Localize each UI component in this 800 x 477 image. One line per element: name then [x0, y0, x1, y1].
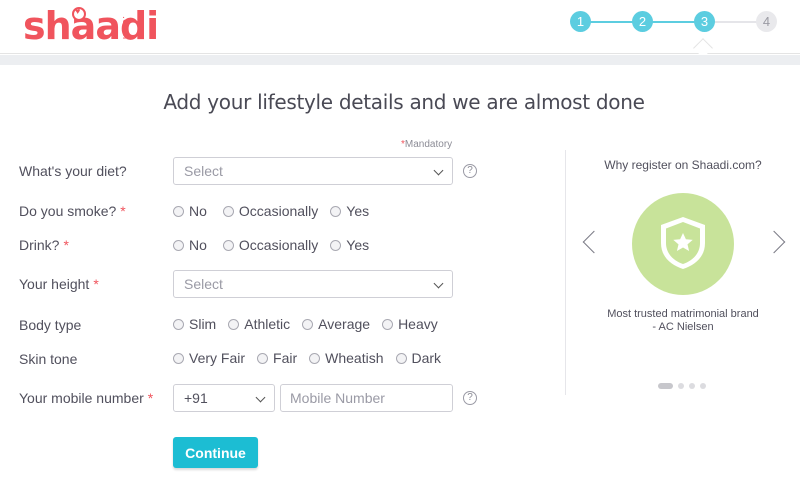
- skin-tone-option-very-fair[interactable]: Very Fair: [173, 350, 245, 366]
- radio-icon[interactable]: [382, 318, 394, 330]
- smoke-option-occasionally[interactable]: Occasionally: [222, 203, 318, 219]
- country-code-select[interactable]: +91: [173, 384, 275, 412]
- radio-icon[interactable]: [228, 318, 240, 330]
- radio-icon[interactable]: [330, 239, 342, 251]
- body-type-label: Body type: [19, 317, 82, 333]
- step-2: 2: [632, 11, 653, 32]
- page-title: Add your lifestyle details and we are al…: [163, 90, 645, 114]
- step-1: 1: [570, 11, 591, 32]
- chevron-down-icon: [433, 165, 444, 176]
- drink-option-occasionally[interactable]: Occasionally: [222, 237, 318, 253]
- country-code-value: +91: [184, 390, 208, 406]
- panel-divider: [565, 150, 566, 395]
- diet-select[interactable]: Select: [173, 157, 453, 185]
- mobile-number-input[interactable]: [280, 384, 453, 412]
- height-select[interactable]: Select: [173, 270, 453, 298]
- carousel-dots: [658, 383, 711, 389]
- why-register-title: Why register on Shaadi.com?: [604, 158, 762, 172]
- mobile-label: Your mobile number *: [19, 390, 154, 406]
- logo-text: shaadi: [23, 4, 159, 48]
- smoke-label: Do you smoke? *: [19, 203, 126, 219]
- radio-icon[interactable]: [309, 352, 321, 364]
- trusted-badge: [632, 193, 734, 295]
- radio-icon[interactable]: [173, 239, 184, 251]
- diet-help-icon[interactable]: ?: [463, 164, 477, 178]
- mandatory-label: Mandatory: [404, 139, 453, 150]
- skin-tone-radio-group: Very Fair Fair Wheatish Dark: [173, 349, 441, 367]
- body-type-option-heavy[interactable]: Heavy: [382, 316, 438, 332]
- mobile-help-icon[interactable]: ?: [463, 391, 477, 405]
- radio-icon[interactable]: [222, 239, 234, 251]
- radio-icon[interactable]: [257, 352, 269, 364]
- radio-icon[interactable]: [302, 318, 314, 330]
- skin-tone-option-dark[interactable]: Dark: [395, 350, 441, 366]
- header: shaadi .com 1 2 3 4: [0, 0, 800, 58]
- smoke-option-yes[interactable]: Yes: [330, 203, 369, 219]
- step-4: 4: [756, 11, 777, 32]
- radio-icon[interactable]: [330, 205, 342, 217]
- logo-suffix: .com: [120, 16, 131, 40]
- radio-icon[interactable]: [173, 318, 184, 330]
- body-type-option-athletic[interactable]: Athletic: [228, 316, 290, 332]
- smoke-option-no[interactable]: No: [173, 203, 207, 219]
- drink-option-yes[interactable]: Yes: [330, 237, 369, 253]
- slide-caption-line2: - AC Nielsen: [652, 321, 714, 333]
- body-type-radio-group: Slim Athletic Average Heavy: [173, 315, 438, 333]
- skin-tone-label: Skin tone: [19, 351, 78, 367]
- skin-tone-option-fair[interactable]: Fair: [257, 350, 297, 366]
- body-type-option-slim[interactable]: Slim: [173, 316, 216, 332]
- slide-caption-line1: Most trusted matrimonial brand: [607, 308, 759, 320]
- chevron-down-icon: [255, 392, 266, 403]
- header-band: [0, 55, 800, 65]
- carousel-dot-2[interactable]: [678, 383, 684, 389]
- radio-icon[interactable]: [173, 205, 184, 217]
- carousel-dot-1[interactable]: [658, 383, 673, 389]
- height-select-value: Select: [184, 276, 223, 292]
- carousel-dot-4[interactable]: [700, 383, 706, 389]
- radio-icon[interactable]: [222, 205, 234, 217]
- skin-tone-option-wheatish[interactable]: Wheatish: [309, 350, 384, 366]
- mandatory-note: *Mandatory: [401, 139, 452, 150]
- drink-radio-group: No Occasionally Yes: [173, 236, 369, 254]
- slide-caption: Most trusted matrimonial brand - AC Niel…: [566, 308, 800, 334]
- continue-button[interactable]: Continue: [173, 437, 258, 468]
- diet-select-value: Select: [184, 163, 223, 179]
- carousel-prev-arrow-icon[interactable]: [582, 230, 606, 254]
- smoke-radio-group: No Occasionally Yes: [173, 202, 369, 220]
- carousel-dot-3[interactable]: [689, 383, 695, 389]
- step-3-current: 3: [694, 11, 715, 32]
- radio-icon[interactable]: [173, 352, 184, 364]
- drink-option-no[interactable]: No: [173, 237, 207, 253]
- drink-label: Drink? *: [19, 237, 69, 253]
- carousel-next-arrow-icon[interactable]: [762, 230, 786, 254]
- diet-label: What's your diet?: [19, 163, 127, 179]
- body-type-option-average[interactable]: Average: [302, 316, 370, 332]
- radio-icon[interactable]: [395, 352, 407, 364]
- shield-star-icon: [661, 217, 705, 269]
- logo-heart-icon: [72, 6, 86, 21]
- chevron-down-icon: [433, 278, 444, 289]
- height-label: Your height *: [19, 276, 99, 292]
- progress-stepper: 1 2 3 4: [570, 11, 780, 58]
